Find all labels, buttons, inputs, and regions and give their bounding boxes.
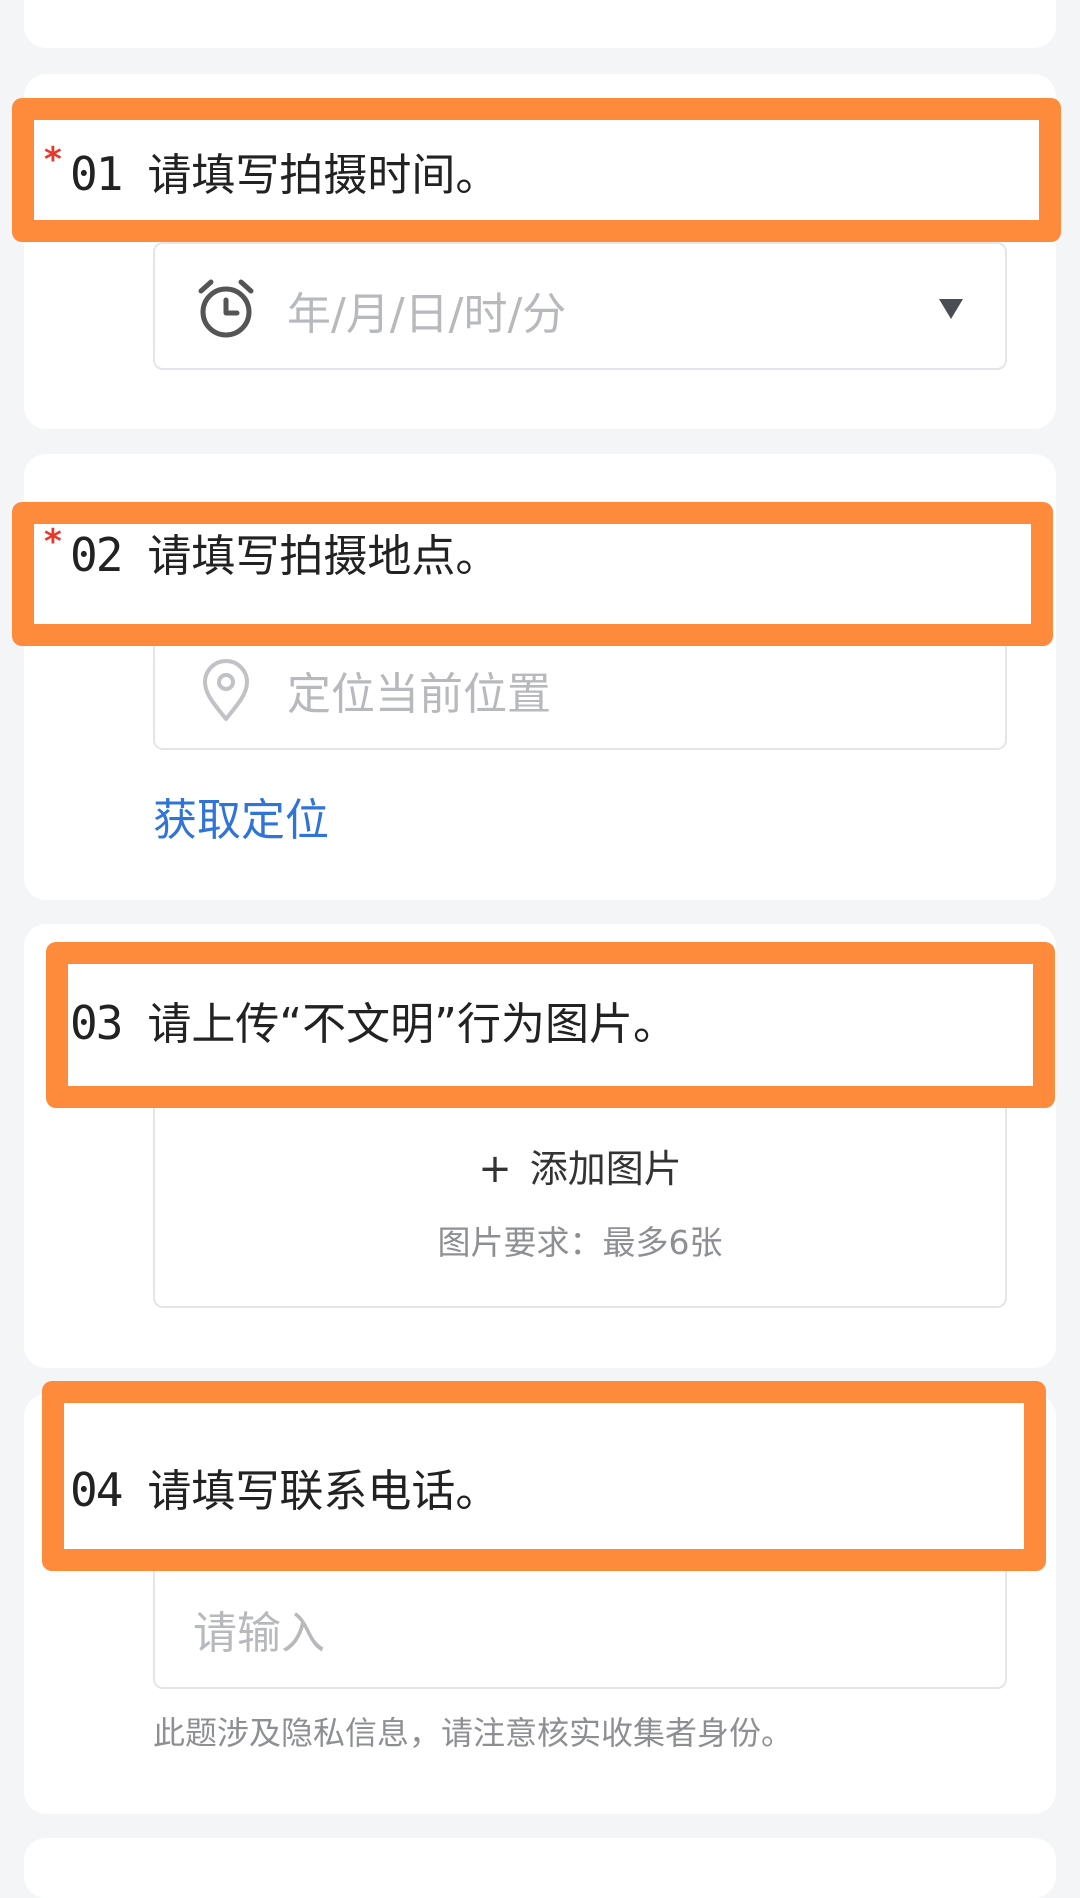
- alarm-clock-icon: [195, 277, 257, 339]
- location-placeholder: 定位当前位置: [287, 669, 551, 720]
- question-number: 02: [70, 528, 123, 582]
- question-title: 02 请填写拍摄地点。: [70, 527, 499, 585]
- question-number: 03: [70, 996, 123, 1050]
- add-image-button[interactable]: + 添加图片: [155, 1138, 1005, 1193]
- datetime-placeholder: 年/月/日/时/分: [287, 289, 567, 340]
- question-title: 04 请填写联系电话。: [70, 1462, 499, 1520]
- previous-question-card: [24, 0, 1056, 48]
- question-text: 请填写联系电话。: [147, 1466, 500, 1517]
- datetime-picker[interactable]: 年/月/日/时/分: [153, 242, 1007, 370]
- location-field[interactable]: 定位当前位置: [153, 646, 1007, 750]
- location-pin-icon: [201, 658, 251, 722]
- next-question-card: [24, 1838, 1056, 1898]
- required-marker: *: [44, 140, 62, 180]
- get-location-link[interactable]: 获取定位: [153, 784, 329, 848]
- question-title: 03 请上传“不文明”行为图片。: [70, 995, 677, 1053]
- question-number: 04: [70, 1463, 123, 1517]
- question-text: 请填写拍摄时间。: [147, 150, 500, 201]
- question-number: 01: [70, 147, 123, 201]
- question-text: 请填写拍摄地点。: [147, 531, 500, 582]
- requirement-value: 最多6张: [602, 1223, 723, 1262]
- requirement-label: 图片要求：: [437, 1223, 603, 1262]
- add-image-label: 添加图片: [529, 1147, 682, 1191]
- dropdown-arrow-icon: [938, 298, 964, 320]
- image-upload-area[interactable]: + 添加图片 图片要求：最多6张: [153, 1108, 1007, 1308]
- plus-icon: +: [478, 1146, 512, 1192]
- phone-input[interactable]: 请输入: [153, 1571, 1007, 1689]
- required-marker: *: [44, 522, 62, 562]
- phone-placeholder: 请输入: [193, 1608, 325, 1659]
- image-requirement: 图片要求：最多6张: [155, 1216, 1005, 1264]
- question-text: 请上传“不文明”行为图片。: [147, 999, 677, 1050]
- question-title: 01 请填写拍摄时间。: [70, 146, 499, 204]
- privacy-note: 此题涉及隐私信息，请注意核实收集者身份。: [153, 1714, 794, 1752]
